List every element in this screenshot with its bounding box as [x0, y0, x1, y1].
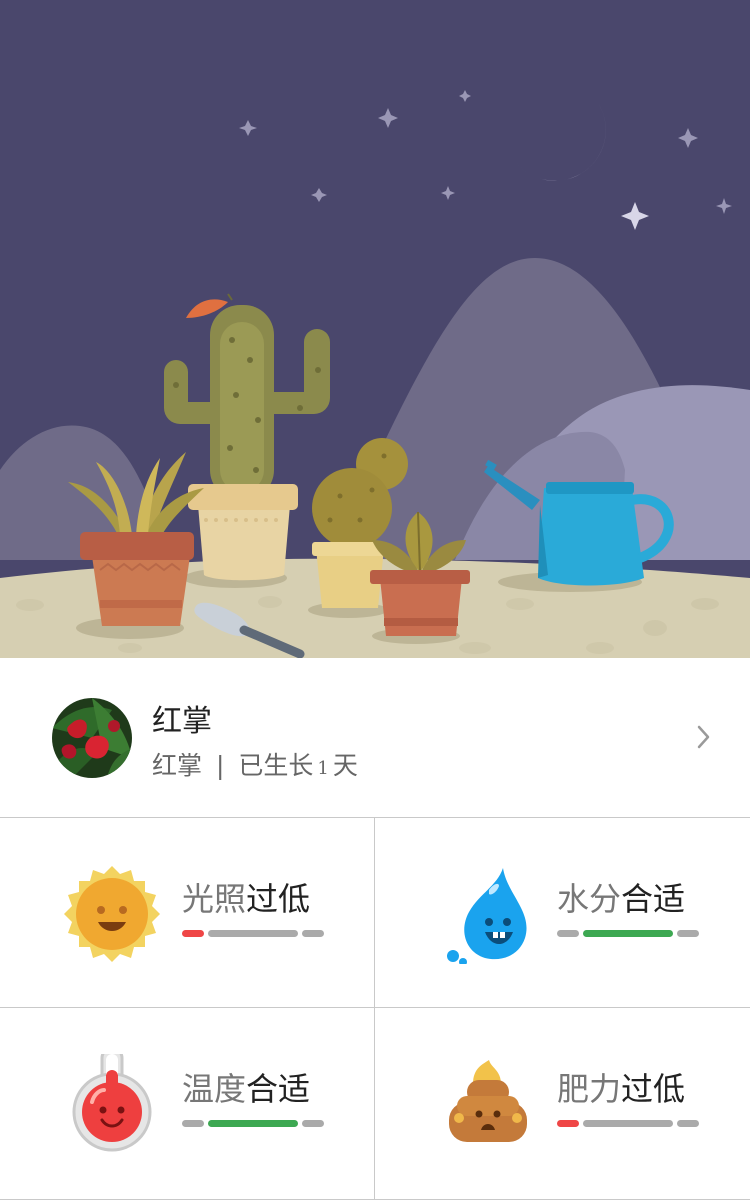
- age-prefix: 已生长: [238, 751, 314, 780]
- light-status-card[interactable]: 光照过低: [0, 818, 375, 1008]
- stat-key: 肥力: [557, 1070, 622, 1108]
- bar-segment-low: [182, 930, 204, 937]
- water-label: 水分合适: [557, 874, 685, 920]
- stat-key: 温度: [182, 1070, 247, 1108]
- bar-segment-high: [677, 930, 699, 937]
- light-level-bar: [182, 930, 326, 937]
- water-drop-icon: [437, 864, 537, 966]
- plant-species: 红掌: [152, 751, 203, 780]
- bar-segment-mid: [583, 1120, 673, 1127]
- stat-status: 合适: [621, 880, 686, 918]
- status-grid: 光照过低 水分合适 温度合适 肥力过低: [0, 818, 750, 1202]
- garden-illustration: [0, 0, 750, 658]
- stat-status: 过低: [621, 1070, 686, 1108]
- plant-avatar[interactable]: [52, 698, 132, 778]
- bar-segment-low: [557, 1120, 579, 1127]
- stat-status: 合适: [246, 1070, 311, 1108]
- fertilizer-label: 肥力过低: [557, 1064, 685, 1110]
- plant-name: 红掌: [152, 704, 212, 739]
- stat-key: 水分: [557, 880, 622, 918]
- cactus-pot: [188, 484, 298, 581]
- fertilizer-icon: [437, 1054, 537, 1154]
- fertilizer-status-card[interactable]: 肥力过低: [375, 1008, 750, 1200]
- bar-segment-high: [302, 930, 324, 937]
- chevron-right-icon[interactable]: [696, 724, 712, 754]
- light-label: 光照过低: [182, 874, 310, 920]
- sun-icon: [62, 864, 162, 964]
- age-days: 1: [317, 758, 329, 779]
- thermometer-icon: [62, 1046, 162, 1154]
- bar-segment-mid: [583, 930, 673, 937]
- separator: |: [215, 751, 225, 780]
- bar-segment-low: [182, 1120, 204, 1127]
- bar-segment-high: [302, 1120, 324, 1127]
- bar-segment-mid: [208, 930, 298, 937]
- bar-segment-mid: [208, 1120, 298, 1127]
- temperature-label: 温度合适: [182, 1064, 310, 1110]
- temperature-status-card[interactable]: 温度合适: [0, 1008, 375, 1200]
- plant-info-row[interactable]: 红掌 红掌 | 已生长 1 天: [0, 658, 750, 818]
- bar-segment-low: [557, 930, 579, 937]
- fertilizer-level-bar: [557, 1120, 701, 1127]
- plant-subtitle: 红掌 | 已生长 1 天: [152, 746, 358, 782]
- water-level-bar: [557, 930, 701, 937]
- water-status-card[interactable]: 水分合适: [375, 818, 750, 1008]
- bar-segment-high: [677, 1120, 699, 1127]
- age-suffix: 天: [332, 751, 358, 780]
- stat-status: 过低: [246, 880, 311, 918]
- temperature-level-bar: [182, 1120, 326, 1127]
- stat-key: 光照: [182, 880, 247, 918]
